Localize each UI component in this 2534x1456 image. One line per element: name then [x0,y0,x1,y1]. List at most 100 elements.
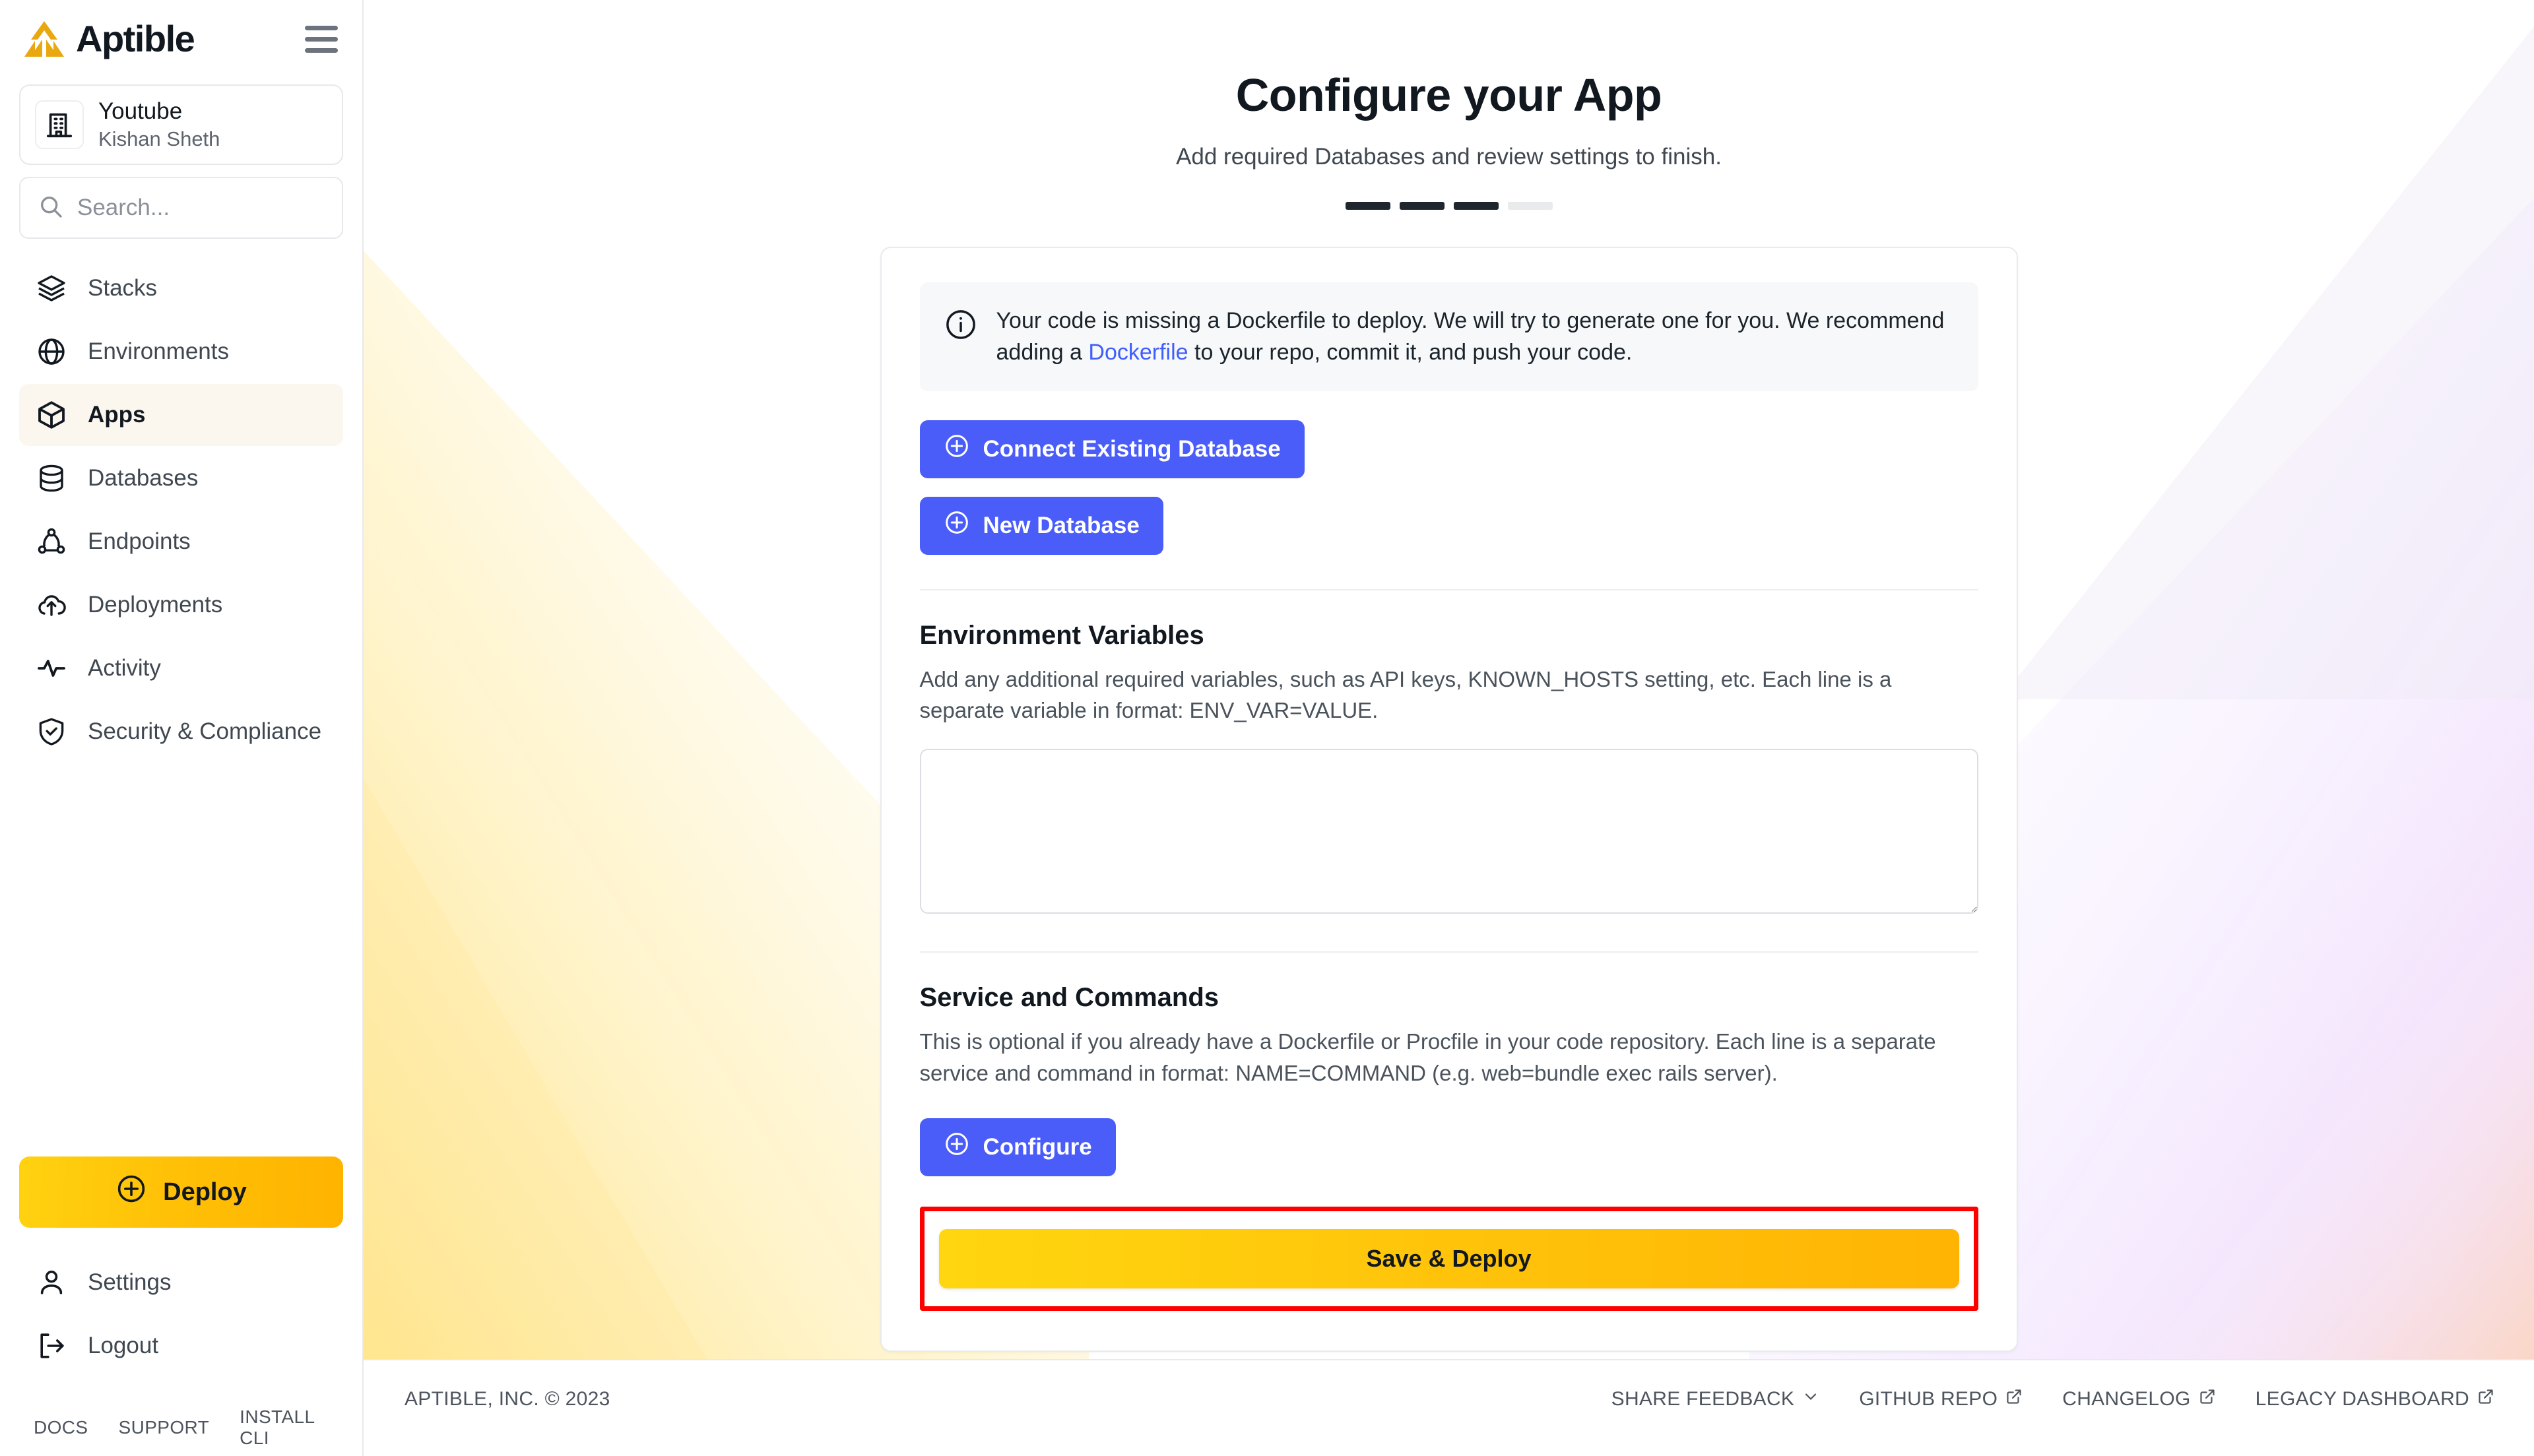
cloud-upload-icon [34,587,69,623]
brand[interactable]: Aptible [22,20,194,57]
dockerfile-notice: Your code is missing a Dockerfile to dep… [920,282,1978,391]
configure-button[interactable]: Configure [920,1118,1116,1176]
external-link-icon [2477,1388,2494,1410]
sidebar-header: Aptible [19,0,343,78]
service-commands-title: Service and Commands [920,983,1978,1013]
sidebar-item-label: Apps [88,402,146,428]
deploy-button-label: Deploy [163,1178,247,1207]
configure-row: Configure [920,1118,1978,1176]
sidebar-item-logout[interactable]: Logout [19,1315,343,1377]
endpoints-icon [34,524,69,559]
sidebar-item-label: Settings [88,1269,171,1296]
changelog-label: CHANGELOG [2062,1388,2190,1410]
new-database-label: New Database [983,513,1140,539]
logout-icon [34,1328,69,1364]
footer-links: SHARE FEEDBACK GITHUB REPO [1611,1388,2494,1410]
page-subtitle: Add required Databases and review settin… [1176,144,1722,170]
search-icon [38,193,64,223]
legacy-dashboard-label: LEGACY DASHBOARD [2256,1388,2469,1410]
chevron-down-icon [1802,1388,1819,1410]
github-repo-label: GITHUB REPO [1859,1388,1998,1410]
divider-env-vars [920,951,1978,953]
search-input[interactable] [77,195,325,221]
sidebar-item-label: Activity [88,655,161,681]
copyright-text: APTIBLE, INC. © 2023 [405,1388,610,1410]
stacks-icon [34,270,69,306]
progress-indicator [1346,202,1553,210]
sidebar-item-label: Endpoints [88,528,191,555]
progress-step-4 [1508,202,1553,210]
sidebar-item-stacks[interactable]: Stacks [19,257,343,319]
page-title: Configure your App [1236,69,1662,121]
sidebar-nav: Stacks Environments Apps [19,257,343,763]
sidebar-mini-links: DOCS SUPPORT INSTALL CLI [19,1377,343,1456]
docs-link[interactable]: DOCS [34,1417,88,1438]
sidebar: Aptible Youtube Kishan Sheth [0,0,364,1456]
env-vars-title: Environment Variables [920,621,1978,650]
changelog-link[interactable]: CHANGELOG [2062,1388,2215,1410]
page-footer: APTIBLE, INC. © 2023 SHARE FEEDBACK GITH… [364,1359,2534,1456]
save-and-deploy-button[interactable]: Save & Deploy [939,1229,1959,1288]
organization-name: Youtube [98,98,220,125]
env-vars-input[interactable] [920,749,1978,914]
connect-existing-database-button[interactable]: Connect Existing Database [920,420,1305,478]
github-repo-link[interactable]: GITHUB REPO [1859,1388,2023,1410]
connect-existing-database-label: Connect Existing Database [983,436,1281,462]
sidebar-item-label: Databases [88,465,198,491]
info-icon [944,307,978,345]
connect-db-row: Connect Existing Database [920,420,1978,478]
sidebar-spacer [19,763,343,1156]
plus-circle-icon [944,509,970,542]
deploy-button[interactable]: Deploy [19,1156,343,1228]
app-root: Aptible Youtube Kishan Sheth [0,0,2534,1456]
sidebar-item-apps[interactable]: Apps [19,384,343,446]
brand-name: Aptible [76,20,194,57]
organization-user: Kishan Sheth [98,127,220,151]
globe-icon [34,334,69,369]
progress-step-2 [1400,202,1445,210]
new-db-row: New Database [920,497,1978,555]
shield-check-icon [34,714,69,749]
sidebar-item-label: Security & Compliance [88,718,321,745]
search-box[interactable] [19,177,343,239]
support-link[interactable]: SUPPORT [119,1417,210,1438]
share-feedback-label: SHARE FEEDBACK [1611,1388,1795,1410]
configure-card: Your code is missing a Dockerfile to dep… [880,247,2018,1352]
activity-icon [34,650,69,686]
notice-text-after: to your repo, commit it, and push your c… [1188,340,1633,365]
external-link-icon [2199,1388,2216,1410]
plus-circle-icon [115,1173,147,1211]
sidebar-item-label: Stacks [88,275,157,301]
dockerfile-link[interactable]: Dockerfile [1088,340,1188,365]
sidebar-item-label: Deployments [88,592,222,618]
sidebar-item-settings[interactable]: Settings [19,1251,343,1314]
configure-button-label: Configure [983,1134,1092,1160]
sidebar-item-databases[interactable]: Databases [19,447,343,509]
cube-icon [34,397,69,433]
sidebar-bottom-nav: Settings Logout [19,1251,343,1377]
legacy-dashboard-link[interactable]: LEGACY DASHBOARD [2256,1388,2494,1410]
share-feedback-link[interactable]: SHARE FEEDBACK [1611,1388,1820,1410]
progress-step-3 [1454,202,1499,210]
main-content: Configure your App Add required Database… [364,0,2534,1456]
env-vars-description: Add any additional required variables, s… [920,664,1978,727]
user-icon [34,1265,69,1300]
sidebar-item-activity[interactable]: Activity [19,637,343,699]
external-link-icon [2005,1388,2023,1410]
sidebar-item-security-compliance[interactable]: Security & Compliance [19,701,343,763]
organization-selector[interactable]: Youtube Kishan Sheth [19,84,343,165]
sidebar-item-endpoints[interactable]: Endpoints [19,511,343,573]
install-cli-link[interactable]: INSTALL CLI [240,1407,329,1449]
building-icon [35,100,84,149]
hamburger-menu-icon[interactable] [302,24,341,54]
sidebar-item-label: Environments [88,338,229,365]
divider-databases [920,589,1978,590]
save-deploy-highlight: Save & Deploy [920,1207,1978,1311]
plus-circle-icon [944,1131,970,1163]
new-database-button[interactable]: New Database [920,497,1163,555]
database-icon [34,460,69,496]
sidebar-item-label: Logout [88,1333,158,1359]
sidebar-item-environments[interactable]: Environments [19,321,343,383]
dockerfile-notice-text: Your code is missing a Dockerfile to dep… [996,305,1955,369]
sidebar-item-deployments[interactable]: Deployments [19,574,343,636]
